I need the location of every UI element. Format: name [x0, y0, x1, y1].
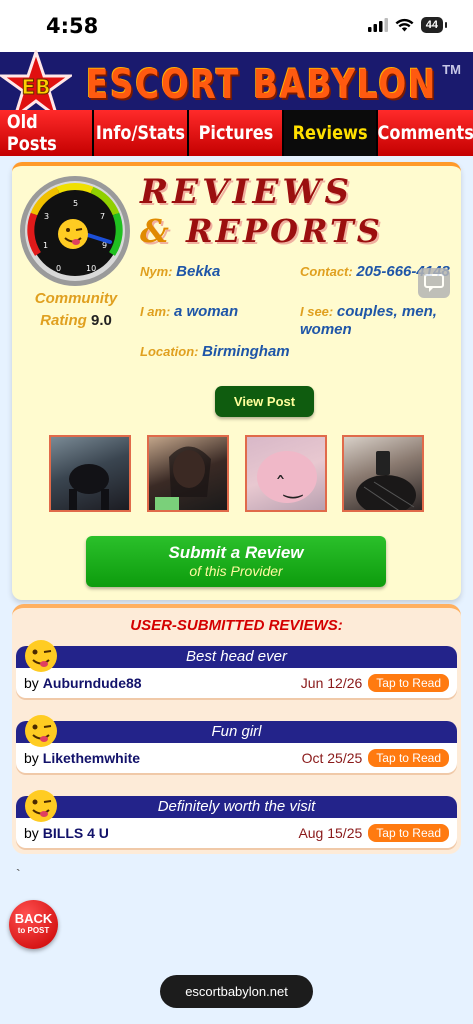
reviews-reports-banner: REVIEWS & REPORTS — [140, 172, 445, 250]
wifi-icon — [395, 18, 414, 32]
gauge-tick: 5 — [73, 199, 78, 208]
review-author: Likethemwhite — [42, 750, 141, 766]
tab-pictures[interactable]: Pictures — [189, 110, 284, 156]
review-date: Jun 12/26 — [300, 675, 363, 691]
review-date: Aug 15/25 — [298, 825, 363, 841]
review-title: Fun girl — [16, 721, 457, 743]
submit-review-button[interactable]: Submit a Review of this Provider — [86, 536, 386, 587]
iam-value: a woman — [173, 303, 239, 320]
wink-emoji-icon — [25, 640, 57, 672]
review-title: Definitely worth the visit — [16, 796, 457, 818]
isee-field: I see: couples, men, women — [300, 303, 437, 338]
review-author: BILLS 4 U — [42, 825, 109, 841]
tap-to-read-button[interactable]: Tap to Read — [368, 674, 449, 692]
wink-emoji-icon — [25, 790, 57, 822]
reviews-header: USER-SUBMITTED REVIEWS: — [130, 617, 343, 634]
review-date: Oct 25/25 — [301, 750, 363, 766]
photo-thumbnail[interactable] — [147, 435, 229, 512]
chat-icon[interactable] — [418, 268, 450, 298]
gauge-tick: 0 — [56, 264, 61, 273]
wink-emoji-icon — [25, 715, 57, 747]
photo-thumbnail[interactable]: ˆ ͜ — [245, 435, 327, 512]
gauge-tick: 3 — [44, 212, 49, 221]
nym-value: Bekka — [176, 263, 221, 280]
review-author: Auburndude88 — [42, 675, 142, 691]
tab-comments[interactable]: Comments — [377, 110, 473, 156]
gauge-tick: 1 — [43, 241, 48, 250]
nym-field: Nym: Bekka — [140, 263, 221, 280]
tap-to-read-button[interactable]: Tap to Read — [368, 749, 449, 767]
trademark: TM — [442, 62, 461, 77]
signal-icon — [367, 18, 388, 32]
tap-to-read-button[interactable]: Tap to Read — [368, 824, 449, 842]
status-bar: 4:58 44 — [0, 0, 473, 52]
banner-line1: REVIEWS — [140, 172, 354, 212]
stray-text: ` — [16, 866, 21, 882]
url-bar[interactable]: escortbabylon.net — [160, 975, 313, 1008]
battery-indicator: 44 — [420, 17, 448, 33]
photo-thumbnail[interactable] — [49, 435, 131, 512]
gauge-tick: 7 — [100, 212, 105, 221]
location-field: Location: Birmingham — [140, 343, 290, 360]
gauge-tick: 10 — [86, 264, 96, 273]
community-rating: Community Rating 9.0 — [34, 290, 118, 329]
back-to-post-button[interactable]: BACK to POST — [9, 900, 58, 949]
review-card[interactable]: Definitely worth the visit by BILLS 4 U … — [16, 796, 457, 848]
review-title: Best head ever — [16, 646, 457, 668]
status-icons: 44 — [367, 17, 448, 33]
iam-field: I am: a woman — [140, 303, 239, 320]
review-card[interactable]: Fun girl by Likethemwhite Oct 25/25 Tap … — [16, 721, 457, 773]
location-value: Birmingham — [202, 343, 290, 360]
site-title[interactable]: ESCORT BABYLON — [86, 62, 437, 108]
photo-thumbnail[interactable] — [342, 435, 424, 512]
tab-info-stats[interactable]: Info/Stats — [94, 110, 189, 156]
tab-old-posts[interactable]: Old Posts — [0, 110, 94, 156]
view-post-button[interactable]: View Post — [215, 386, 314, 417]
rating-value: 9.0 — [90, 312, 112, 329]
status-time: 4:58 — [46, 14, 99, 38]
review-card[interactable]: Best head ever by Auburndude88 Jun 12/26… — [16, 646, 457, 698]
logo-text: EB — [22, 75, 51, 99]
nav-tabs: Old Posts Info/Stats Pictures Reviews Co… — [0, 110, 473, 156]
tab-reviews[interactable]: Reviews — [284, 110, 378, 156]
wink-emoji-icon — [58, 219, 88, 249]
banner-line2: & REPORTS — [140, 212, 383, 250]
rating-gauge: 0 1 3 5 7 9 10 — [20, 176, 130, 286]
